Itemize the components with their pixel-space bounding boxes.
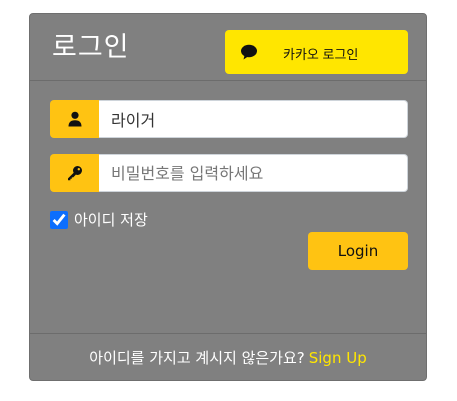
remember-id-checkbox[interactable] — [50, 210, 68, 229]
remember-id-label: 아이디 저장 — [74, 211, 148, 229]
password-input[interactable] — [99, 154, 408, 192]
signup-question: 아이디를 가지고 계시지 않은가요? — [89, 349, 305, 367]
password-addon — [50, 154, 99, 192]
username-group — [50, 100, 408, 138]
card-header: 로그인 카카오 로그인 — [30, 14, 426, 81]
username-addon — [50, 100, 99, 138]
login-button[interactable]: Login — [308, 232, 408, 270]
user-icon — [68, 111, 81, 127]
speech-bubble-icon — [241, 44, 257, 60]
kakao-login-label: 카카오 로그인 — [283, 47, 359, 62]
kakao-login-button[interactable]: 카카오 로그인 — [225, 30, 408, 74]
login-card: 로그인 카카오 로그인 아이디 저장 — [29, 13, 427, 381]
remember-id-row[interactable]: 아이디 저장 — [50, 209, 148, 230]
card-footer: 아이디를 가지고 계시지 않은가요? Sign Up — [30, 333, 426, 381]
signup-link[interactable]: Sign Up — [309, 349, 367, 367]
key-icon — [67, 166, 82, 181]
page-title: 로그인 — [52, 32, 130, 63]
username-input[interactable] — [99, 100, 408, 138]
password-group — [50, 154, 408, 192]
